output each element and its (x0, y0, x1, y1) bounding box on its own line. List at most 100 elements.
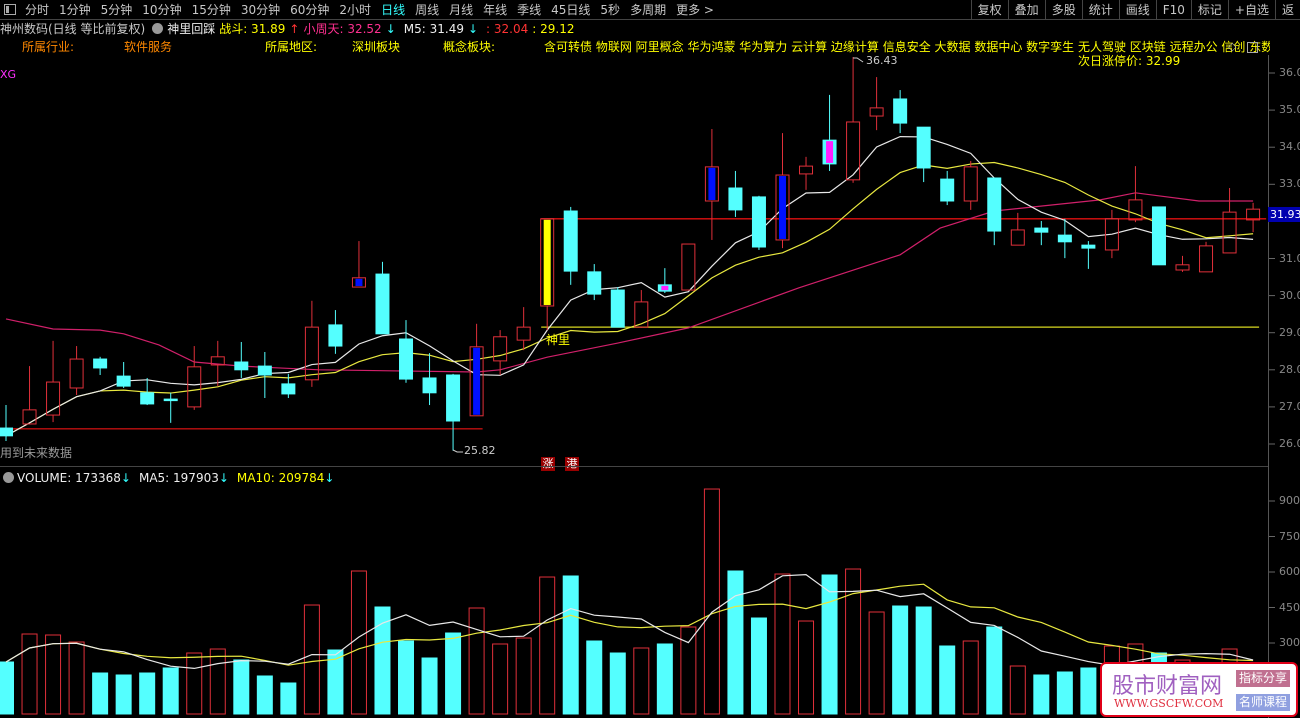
candle-body (728, 187, 743, 211)
candle-body (281, 383, 296, 395)
candle-body (940, 178, 955, 202)
volume-bar (915, 606, 932, 715)
volume-dropdown-icon[interactable] (3, 472, 14, 483)
candle-body (1151, 206, 1166, 266)
volume-bar (256, 675, 273, 715)
price-tick-label: 33.00 (1279, 177, 1300, 191)
volume-bar (727, 570, 744, 715)
volume-bar (1009, 665, 1026, 715)
candle-body (516, 326, 531, 341)
signal-fill (708, 167, 716, 200)
watermark-logo: 股市财富网 WWW.GSCFW.COM 指标分享 名师课程 (1100, 662, 1298, 717)
candle-body (304, 326, 319, 381)
candle-body (1175, 264, 1190, 271)
volume-tick-label: 450000 (1279, 600, 1300, 614)
volume-bar (633, 647, 650, 715)
volume-bar (939, 645, 956, 715)
current-price-badge: 31.93 (1268, 207, 1300, 222)
candle-body (93, 358, 108, 369)
volume-bar (186, 652, 203, 715)
volume-bar (868, 611, 885, 715)
volume-bar (492, 643, 509, 715)
candle-body (399, 338, 414, 380)
volume-bar (233, 659, 250, 715)
volume-bar (0, 661, 14, 715)
price-tick-label: 27.00 (1279, 399, 1300, 413)
volume-bar (445, 632, 462, 715)
candle-body (116, 375, 131, 387)
price-tick-label: 35.00 (1279, 103, 1300, 117)
volume-bar (21, 633, 38, 715)
volume-value: VOLUME: 173368 (17, 470, 121, 485)
volume-bar (280, 682, 297, 715)
price-tick-label: 30.00 (1279, 288, 1300, 302)
low-price-label: 25.82 (464, 444, 496, 457)
low-pointer (452, 449, 464, 453)
price-tick-label: 34.00 (1279, 140, 1300, 154)
volume-tick-label: 900000 (1279, 494, 1300, 507)
volume-bar (750, 617, 767, 715)
down-arrow-icon: ↓ (120, 470, 131, 485)
volume-tick-label: 300000 (1279, 636, 1300, 649)
future-data-warning: 用到未来数据 (0, 446, 73, 460)
watermark-tag-course: 名师课程 (1236, 694, 1291, 711)
candle-body (987, 177, 1002, 232)
watermark-name: 股市财富网 (1112, 674, 1223, 699)
price-tick-label: 29.00 (1279, 325, 1300, 339)
volume-tick-label: 600000 (1279, 565, 1300, 578)
candle-body (187, 366, 202, 408)
candle-body (681, 243, 696, 291)
volume-bar (421, 657, 438, 715)
candle-body (422, 377, 437, 394)
volume-bar (1056, 671, 1073, 715)
volume-bar (656, 643, 673, 715)
candle-body (846, 121, 861, 181)
volume-ma5: MA5: 197903 (138, 470, 219, 485)
zhang-marker: 涨 (541, 457, 555, 471)
candle-body (328, 324, 343, 347)
candle-body (751, 196, 766, 248)
volume-bar (45, 634, 62, 715)
signal-fill (826, 141, 834, 163)
volume-tick-label: 750000 (1279, 529, 1300, 543)
panel-divider (0, 466, 1268, 467)
price-tick-label: 31.00 (1279, 251, 1300, 265)
chart-canvas[interactable] (0, 0, 1300, 718)
price-tick-label: 28.00 (1279, 362, 1300, 376)
volume-bar (68, 641, 85, 715)
volume-ma10: MA10: 209784 (236, 470, 325, 485)
candle-body (446, 374, 461, 422)
volume-bar (162, 667, 179, 715)
volume-bar (609, 652, 626, 715)
ma5-line (5, 135, 1254, 437)
down-arrow-icon: ↓ (324, 470, 335, 485)
xg-label: XG (0, 68, 17, 81)
candle-body (1057, 234, 1072, 243)
candle-body (563, 210, 578, 272)
candle-body (610, 289, 625, 328)
watermark-url: WWW.GSCFW.COM (1114, 697, 1224, 710)
gang-marker: 港 (565, 457, 579, 471)
candle-body (69, 358, 84, 389)
watermark-tag-share: 指标分享 (1236, 670, 1291, 687)
candle-body (375, 273, 390, 335)
candle-body (140, 392, 155, 405)
volume-bar (986, 626, 1003, 715)
candle-body (963, 166, 978, 202)
volume-bar (539, 576, 556, 715)
volume-bar (515, 637, 532, 715)
candle-body (869, 107, 884, 117)
volume-bar (115, 674, 132, 715)
volume-bar (139, 672, 156, 715)
volume-bar (562, 575, 579, 715)
volume-bar (92, 672, 109, 715)
candle-body (0, 427, 13, 437)
candle-body (1081, 244, 1096, 249)
candle-body (234, 361, 249, 371)
volume-bar (774, 573, 791, 715)
price-tick-label: 36.00 (1279, 66, 1300, 79)
signal-fill (778, 176, 786, 239)
y-axis-line (1268, 55, 1269, 718)
signal-fill (543, 219, 551, 305)
volume-bar (586, 640, 603, 715)
